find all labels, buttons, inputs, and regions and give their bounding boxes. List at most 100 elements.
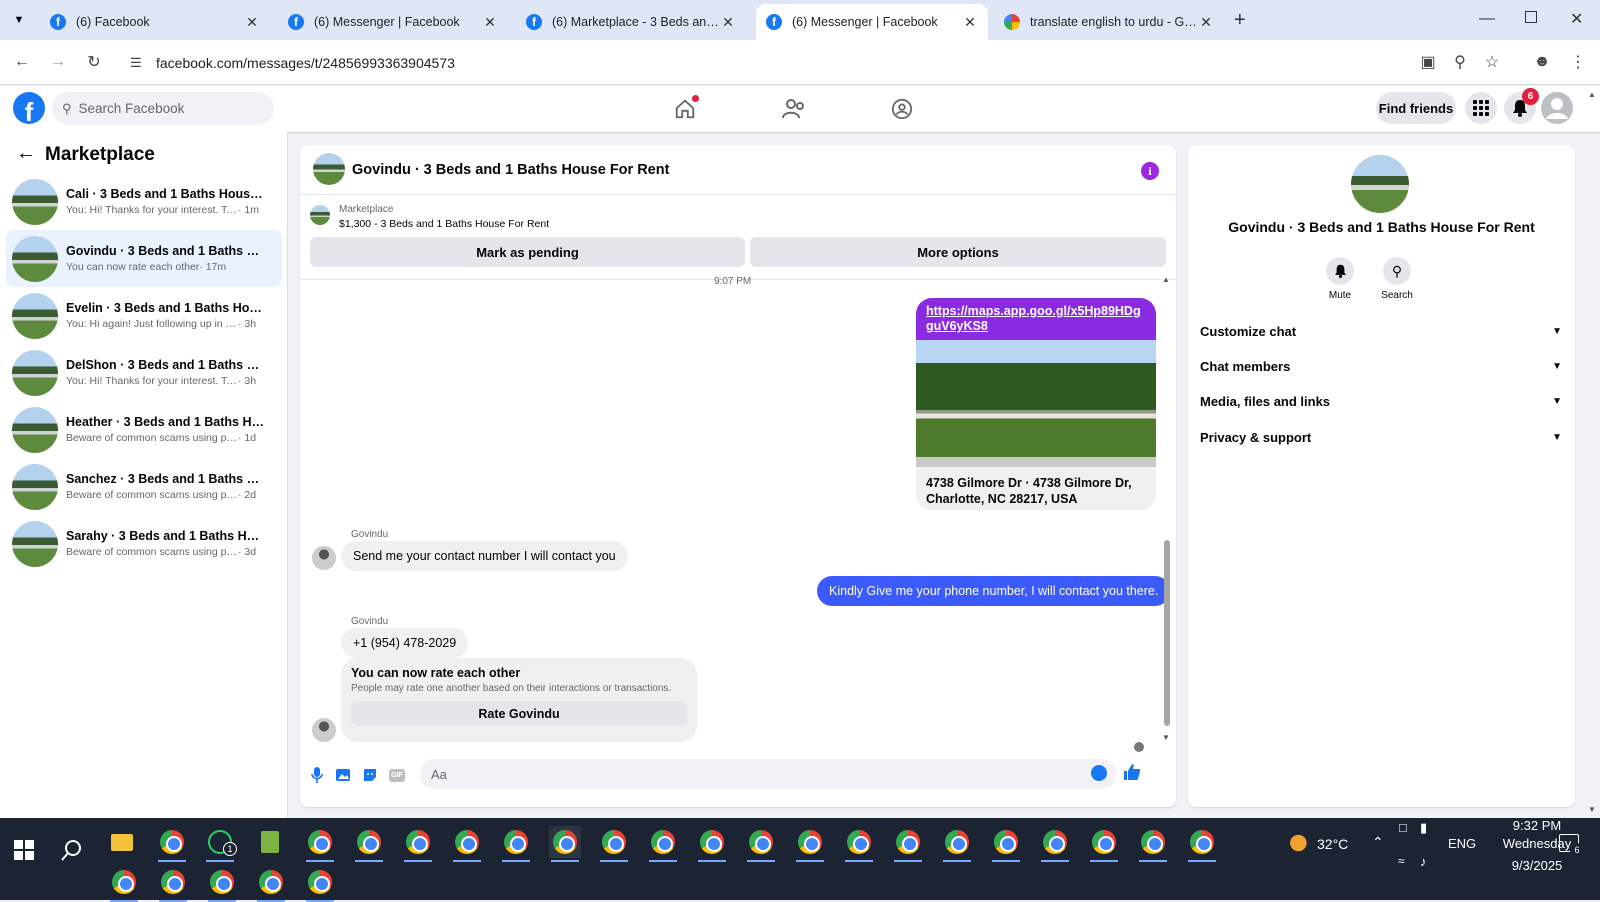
conversation-item-selected[interactable]: Govindu · 3 Beds and 1 Baths House For R…	[6, 230, 282, 287]
microphone-icon[interactable]	[307, 765, 327, 785]
chrome-profile-icon[interactable]	[304, 826, 336, 862]
window-close-icon[interactable]: ✕	[1570, 9, 1583, 29]
link-message-url[interactable]: https://maps.app.goo.gl/x5Hp89HDgguV6yKS…	[916, 298, 1156, 340]
menu-dots-icon[interactable]: ⋮	[1566, 50, 1590, 74]
new-tab-icon[interactable]: +	[1234, 9, 1246, 32]
chat-title[interactable]: Govindu · 3 Beds and 1 Baths House For R…	[352, 162, 669, 178]
customize-chat-section[interactable]: Customize chat ▼	[1200, 318, 1562, 344]
conversation-item[interactable]: Evelin · 3 Beds and 1 Baths House For Re…	[6, 287, 282, 344]
scroll-down-icon[interactable]: ▼	[1162, 733, 1170, 742]
home-icon[interactable]	[665, 94, 705, 124]
site-info-icon[interactable]: ☰	[130, 55, 142, 71]
incoming-message[interactable]: +1 (954) 478-2029	[341, 628, 469, 658]
conversation-item[interactable]: DelShon · 3 Beds and 1 Baths House For R…	[6, 344, 282, 401]
minimize-icon[interactable]: —	[1479, 10, 1495, 28]
notifications-bell-icon[interactable]: 6	[1504, 88, 1539, 124]
chrome-profile-icon[interactable]	[157, 866, 189, 902]
chrome-profile-icon[interactable]	[1137, 826, 1169, 862]
more-options-button[interactable]: More options	[750, 237, 1166, 267]
chrome-profile-icon[interactable]	[500, 826, 532, 862]
clock-date[interactable]: 9/3/2025	[1493, 858, 1581, 873]
mark-as-pending-button[interactable]: Mark as pending	[310, 237, 745, 267]
clock-time[interactable]: 9:32 PM	[1493, 818, 1581, 833]
rate-govindu-button[interactable]: Rate Govindu	[351, 701, 687, 726]
browser-tab[interactable]: f (6) Marketplace - 3 Beds and 1 ✕	[516, 4, 746, 40]
chrome-profile-icon[interactable]	[598, 826, 630, 862]
gif-icon[interactable]: GIF	[387, 765, 407, 785]
chrome-profile-icon[interactable]	[304, 866, 336, 902]
page-scrollbar[interactable]: ▲ ▼	[1588, 90, 1598, 816]
chrome-profile-icon[interactable]	[647, 826, 679, 862]
search-in-chat-button[interactable]: ⚲ Search	[1377, 257, 1417, 301]
close-icon[interactable]: ✕	[244, 14, 260, 31]
chrome-profile-icon[interactable]	[990, 826, 1022, 862]
meet-icon[interactable]: □	[1399, 820, 1407, 835]
url-field[interactable]: ☰ facebook.com/messages/t/24856993363904…	[118, 46, 1578, 79]
chrome-profile-icon[interactable]	[1186, 826, 1218, 862]
chrome-profile-icon[interactable]	[941, 826, 973, 862]
listing-detail[interactable]: $1,300 - 3 Beds and 1 Baths House For Re…	[339, 218, 549, 230]
install-app-icon[interactable]: ▣	[1416, 50, 1440, 74]
message-input[interactable]: Aa	[420, 759, 1116, 789]
weather-icon[interactable]	[1284, 832, 1308, 854]
bookmark-star-icon[interactable]: ☆	[1480, 50, 1504, 74]
scrollbar[interactable]: ▲ ▼	[1162, 275, 1172, 743]
browser-tab[interactable]: translate english to urdu - Goog ✕	[994, 4, 1224, 40]
scrollbar-thumb[interactable]	[1164, 540, 1170, 726]
photo-icon[interactable]	[333, 765, 353, 785]
chrome-profile-icon[interactable]	[745, 826, 777, 862]
tab-list-chevron-icon[interactable]: ▼	[10, 11, 28, 29]
emoji-icon[interactable]	[1091, 765, 1107, 781]
info-icon[interactable]: i	[1141, 162, 1159, 180]
media-files-links-section[interactable]: Media, files and links ▼	[1200, 388, 1562, 414]
close-icon[interactable]: ✕	[1198, 14, 1214, 31]
chrome-profile-icon[interactable]	[1039, 826, 1071, 862]
volume-icon[interactable]: ♪	[1420, 854, 1427, 869]
mute-button[interactable]: Mute	[1320, 257, 1360, 301]
menu-grid-icon[interactable]	[1465, 92, 1497, 124]
language-indicator[interactable]: ENG	[1448, 836, 1476, 851]
chrome-profile-icon[interactable]	[696, 826, 728, 862]
thumbs-up-icon[interactable]	[1123, 763, 1141, 784]
notepad-icon[interactable]	[254, 826, 286, 858]
sticker-icon[interactable]	[360, 765, 380, 785]
scroll-up-icon[interactable]: ▲	[1588, 90, 1598, 99]
outgoing-message[interactable]: Kindly Give me your phone number, I will…	[817, 576, 1171, 606]
chrome-profile-icon[interactable]	[843, 826, 875, 862]
restore-icon[interactable]	[1525, 11, 1537, 23]
browser-tab[interactable]: f (6) Facebook ✕	[40, 4, 270, 40]
close-icon[interactable]: ✕	[482, 14, 498, 31]
chrome-profile-icon[interactable]	[1088, 826, 1120, 862]
close-icon[interactable]: ✕	[962, 14, 978, 31]
search-facebook-input[interactable]: ⚲ Search Facebook	[52, 92, 274, 125]
chrome-profile-icon[interactable]	[402, 826, 434, 862]
find-friends-button[interactable]: Find friends	[1376, 92, 1456, 124]
privacy-support-section[interactable]: Privacy & support ▼	[1200, 424, 1562, 450]
browser-tab[interactable]: f (6) Messenger | Facebook ✕	[278, 4, 508, 40]
notification-center-icon[interactable]: 6	[1559, 834, 1584, 857]
chat-members-section[interactable]: Chat members ▼	[1200, 353, 1562, 379]
windows-start-icon[interactable]	[8, 834, 40, 866]
scroll-down-icon[interactable]: ▼	[1588, 805, 1596, 814]
chrome-profile-icon[interactable]	[451, 826, 483, 862]
chrome-profile-icon[interactable]	[108, 866, 140, 902]
browser-tab-active[interactable]: f (6) Messenger | Facebook ✕	[756, 4, 988, 40]
chrome-profile-icon[interactable]	[353, 826, 385, 862]
conversation-item[interactable]: Heather · 3 Beds and 1 Baths House For R…	[6, 401, 282, 458]
reload-icon[interactable]: ↻	[82, 50, 106, 74]
back-arrow-icon[interactable]: ←	[16, 142, 36, 165]
battery-icon[interactable]: ▮	[1420, 820, 1427, 836]
chrome-profile-icon[interactable]	[255, 866, 287, 902]
incoming-message[interactable]: Send me your contact number I will conta…	[341, 541, 628, 571]
friends-icon[interactable]	[774, 94, 814, 124]
forward-icon[interactable]: →	[46, 50, 70, 74]
conversation-item[interactable]: Sarahy · 3 Beds and 1 Baths House For Re…	[6, 515, 282, 572]
chrome-profile-icon[interactable]	[892, 826, 924, 862]
wifi-icon[interactable]: ≈	[1398, 854, 1405, 868]
conversation-item[interactable]: Cali · 3 Beds and 1 Baths House For Rent…	[6, 173, 282, 230]
whatsapp-icon[interactable]: 1	[204, 826, 237, 862]
chevron-up-icon[interactable]: ⌃	[1372, 834, 1384, 851]
chrome-profile-icon-active[interactable]	[549, 826, 581, 862]
chrome-icon[interactable]	[156, 826, 188, 862]
conversation-item[interactable]: Sanchez · 3 Beds and 1 Baths House For R…	[6, 458, 282, 515]
